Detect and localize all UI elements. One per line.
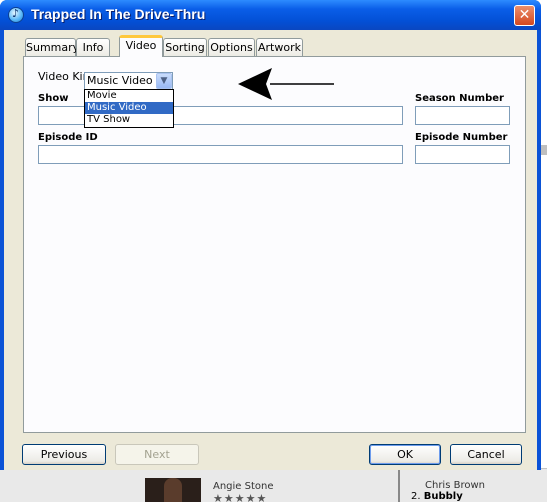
tab-summary[interactable]: Summary — [25, 38, 79, 56]
tab-info[interactable]: Info — [76, 38, 110, 56]
dialog-body: Summary Info Video Sorting Options Artwo… — [4, 30, 537, 470]
next-button[interactable]: Next — [115, 444, 199, 465]
previous-button[interactable]: Previous — [22, 444, 106, 465]
tab-sorting[interactable]: Sorting — [163, 38, 207, 56]
black-arrow-annotation — [238, 68, 334, 100]
info-dialog: Trapped In The Drive-Thru ✕ Summary Info… — [0, 0, 541, 470]
season-number-field[interactable] — [415, 106, 510, 125]
dropdown-option-tv-show[interactable]: TV Show — [85, 114, 173, 126]
window-title: Trapped In The Drive-Thru — [31, 6, 206, 22]
show-label: Show — [38, 93, 69, 104]
background-app-edge — [541, 145, 547, 155]
close-icon: ✕ — [518, 7, 531, 23]
itunes-icon — [8, 7, 24, 23]
background-artist-name-2: Chris Brown — [425, 480, 485, 491]
cancel-button[interactable]: Cancel — [450, 444, 522, 465]
dropdown-option-movie[interactable]: Movie — [85, 90, 173, 102]
title-bar[interactable]: Trapped In The Drive-Thru ✕ — [0, 0, 541, 30]
tab-video[interactable]: Video — [119, 35, 163, 57]
season-number-label: Season Number — [415, 93, 504, 104]
episode-id-field[interactable] — [38, 145, 403, 164]
video-kind-select[interactable]: Music Video ▼ — [84, 72, 173, 90]
episode-number-field[interactable] — [415, 145, 510, 164]
background-divider — [398, 470, 400, 502]
ok-button[interactable]: OK — [369, 444, 441, 465]
track-title: Bubbly — [423, 491, 463, 502]
close-button[interactable]: ✕ — [514, 5, 535, 26]
background-track[interactable]: 2. Bubbly — [411, 491, 463, 502]
dropdown-option-music-video[interactable]: Music Video — [85, 102, 173, 114]
tab-artwork[interactable]: Artwork — [256, 38, 303, 56]
background-artist-name: Angie Stone — [213, 481, 274, 492]
episode-number-label: Episode Number — [415, 132, 508, 143]
rating-stars[interactable]: ★★★★★ — [213, 492, 267, 502]
episode-id-label: Episode ID — [38, 132, 98, 143]
track-number: 2. — [411, 491, 421, 502]
tab-options[interactable]: Options — [208, 38, 255, 56]
album-art-figure — [164, 478, 182, 502]
chevron-down-icon[interactable]: ▼ — [156, 73, 172, 89]
video-kind-value: Music Video — [87, 74, 153, 87]
video-kind-dropdown: Movie Music Video TV Show — [84, 89, 174, 128]
